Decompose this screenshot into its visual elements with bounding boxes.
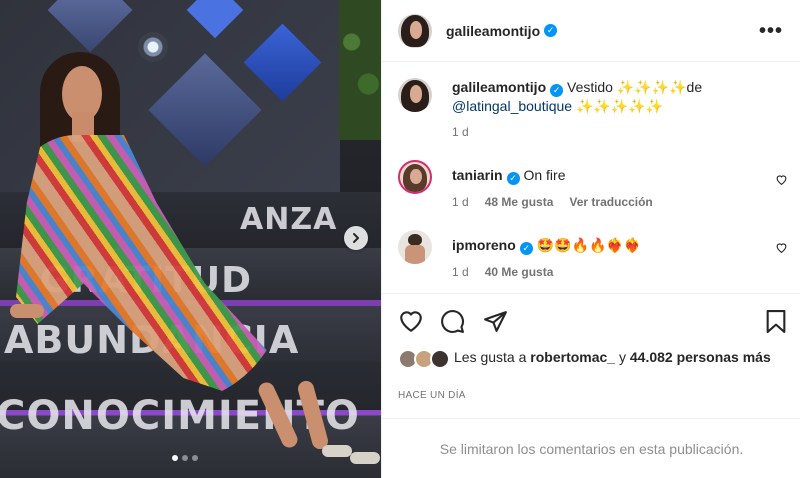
plants-decoration	[339, 0, 381, 140]
verified-badge-icon: ✓	[550, 84, 564, 97]
more-options-icon[interactable]: •••	[759, 20, 783, 43]
comment-text: On fire	[519, 167, 566, 183]
author-avatar[interactable]	[398, 13, 432, 48]
figure-shoe	[322, 445, 352, 457]
caption-body-end: ✨✨✨✨✨	[572, 98, 664, 114]
chevron-right-icon	[353, 233, 359, 243]
comment-meta: 1 d 48 Me gusta Ver traducción	[452, 195, 653, 209]
like-heart-icon[interactable]	[398, 309, 424, 333]
carousel-dots	[172, 455, 198, 461]
post-media[interactable]: ANZA GRATITUD ABUNDANCIA CONOCIMIENTO	[0, 0, 381, 478]
verified-badge-icon: ✓	[544, 24, 558, 37]
carousel-dot[interactable]	[182, 455, 188, 461]
save-bookmark-icon[interactable]	[765, 309, 787, 334]
verified-badge-icon: ✓	[506, 172, 520, 185]
comment-like-heart-icon[interactable]	[775, 173, 788, 186]
caption-avatar[interactable]	[398, 78, 432, 112]
comment-item: ipmoreno ✓ 🤩🤩🔥🔥❤️‍🔥❤️‍🔥 1 d 40 Me gusta	[398, 230, 788, 279]
caption-meta: 1 d	[452, 125, 772, 139]
caption-time: 1 d	[452, 125, 469, 139]
comment-bubble-icon[interactable]	[440, 309, 465, 334]
likes-count[interactable]: 44.082 personas más	[630, 349, 771, 365]
likes-text: Les gusta a robertomac_ y 44.082 persona…	[454, 348, 771, 366]
comment-likes-button[interactable]: 40 Me gusta	[485, 265, 554, 279]
see-translation-button[interactable]: Ver traducción	[569, 195, 652, 209]
comment-item: taniarin ✓ On fire 1 d 48 Me gusta Ver tr…	[398, 160, 788, 209]
comment-avatar[interactable]	[398, 230, 432, 264]
liker-avatar	[430, 349, 450, 369]
caption-body: Vestido ✨✨✨✨de	[563, 79, 703, 95]
comment-time: 1 d	[452, 265, 469, 279]
comment-username[interactable]: ipmoreno	[452, 237, 516, 253]
author-username[interactable]: galileamontijo	[446, 23, 540, 39]
likes-user[interactable]: robertomac_	[530, 349, 615, 365]
caption-username[interactable]: galileamontijo	[452, 79, 546, 95]
comment-avatar[interactable]	[398, 160, 432, 194]
comment-text: 🤩🤩🔥🔥❤️‍🔥❤️‍🔥	[532, 237, 642, 253]
liker-avatars	[398, 348, 452, 370]
post-header: galileamontijo ✓ •••	[382, 0, 800, 62]
likes-prefix: Les gusta a	[454, 349, 531, 365]
comment-likes-button[interactable]: 48 Me gusta	[485, 195, 554, 209]
figure-hand	[10, 304, 44, 318]
comment-meta: 1 d 40 Me gusta	[452, 265, 641, 279]
post-caption: galileamontijo ✓ Vestido ✨✨✨✨de @latingal…	[398, 78, 788, 139]
likes-summary[interactable]: Les gusta a robertomac_ y 44.082 persona…	[398, 348, 788, 370]
comments-limited-notice: Se limitaron los comentarios en esta pub…	[382, 418, 800, 478]
comment-time: 1 d	[452, 195, 469, 209]
figure-shoe	[350, 452, 380, 464]
stage-light	[138, 32, 168, 62]
share-paper-plane-icon[interactable]	[483, 309, 508, 334]
post-actions	[382, 293, 800, 343]
carousel-dot[interactable]	[192, 455, 198, 461]
comment-like-heart-icon[interactable]	[775, 241, 788, 254]
carousel-next-button[interactable]	[344, 226, 368, 250]
stair-word: ANZA	[240, 202, 338, 237]
verified-badge-icon: ✓	[519, 242, 533, 255]
caption-mention-link[interactable]: @latingal_boutique	[452, 98, 572, 114]
carousel-dot[interactable]	[172, 455, 178, 461]
post-timestamp[interactable]: HACE UN DÍA	[398, 390, 466, 401]
likes-middle: y	[615, 349, 630, 365]
comment-username[interactable]: taniarin	[452, 167, 503, 183]
post-sidebar: galileamontijo ✓ ••• galileamontijo ✓ Ves…	[381, 0, 800, 478]
caption-text: galileamontijo ✓ Vestido ✨✨✨✨de @latingal…	[452, 78, 772, 115]
